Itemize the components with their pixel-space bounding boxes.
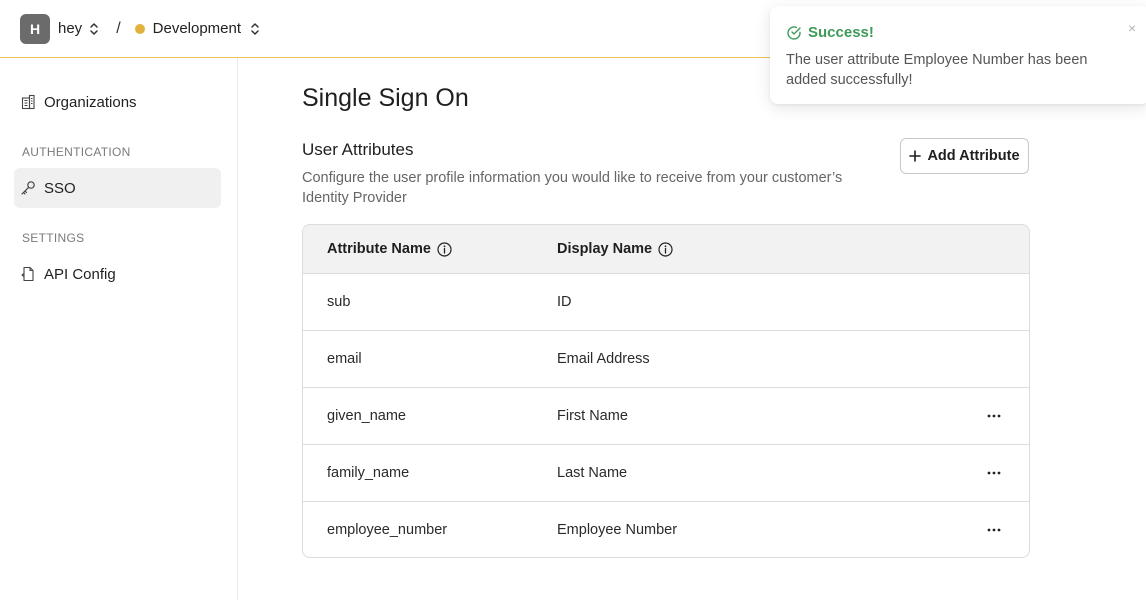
table-header: Attribute Name Display Name	[303, 225, 1029, 274]
sidebar-item-label: Organizations	[44, 93, 137, 111]
chevron-up-down-icon[interactable]	[249, 21, 261, 37]
toast-message: The user attribute Employee Number has b…	[786, 52, 1088, 88]
row-actions-menu-icon[interactable]	[983, 406, 1005, 426]
section-label-authentication: AUTHENTICATION	[22, 145, 131, 159]
attribute-name-cell: employee_number	[327, 522, 448, 538]
table-row: given_name First Name	[303, 388, 1029, 445]
section-title: User Attributes	[302, 140, 414, 159]
row-actions-menu-icon[interactable]	[983, 463, 1005, 483]
sidebar-item-sso[interactable]: SSO	[14, 168, 221, 208]
column-header-display-name: Display Name	[557, 241, 673, 257]
toast-title: Success!	[786, 24, 874, 41]
row-actions-menu-icon[interactable]	[983, 520, 1005, 540]
toast-title-label: Success!	[808, 24, 874, 41]
info-icon[interactable]	[658, 241, 673, 257]
plus-icon	[909, 150, 922, 162]
column-header-attribute-name: Attribute Name	[327, 241, 452, 257]
section-label-settings: SETTINGS	[22, 231, 85, 245]
attribute-name-cell: family_name	[327, 465, 410, 481]
table-row: sub ID	[303, 274, 1029, 331]
breadcrumb-separator: /	[116, 19, 121, 37]
add-attribute-button[interactable]: Add Attribute	[900, 138, 1029, 174]
display-name-cell: Email Address	[557, 351, 650, 367]
attribute-name-cell: given_name	[327, 408, 406, 424]
sidebar-item-api-config[interactable]: API Config	[14, 254, 221, 294]
display-name-cell: ID	[557, 294, 572, 310]
success-toast: Success! The user attribute Employee Num…	[770, 6, 1146, 104]
attributes-table: Attribute Name Display Name sub ID email…	[302, 224, 1030, 558]
table-row: email Email Address	[303, 331, 1029, 388]
display-name-cell: Employee Number	[557, 522, 678, 538]
chevron-up-down-icon[interactable]	[88, 21, 100, 37]
table-row: employee_number Employee Number	[303, 502, 1029, 557]
sidebar-item-label: SSO	[44, 179, 76, 197]
key-icon	[21, 181, 35, 195]
environment-status-dot	[134, 23, 145, 34]
file-code-icon	[21, 266, 34, 282]
attribute-name-cell: sub	[327, 294, 351, 310]
close-icon[interactable]: ×	[1128, 20, 1136, 36]
org-switcher-label[interactable]: hey	[58, 20, 82, 37]
sidebar-item-label: API Config	[44, 265, 116, 283]
page-title: Single Sign On	[302, 84, 469, 112]
column-header-label: Display Name	[557, 241, 653, 257]
display-name-cell: Last Name	[557, 465, 628, 481]
display-name-cell: First Name	[557, 408, 628, 424]
org-avatar[interactable]: H	[20, 13, 50, 44]
table-row: family_name Last Name	[303, 445, 1029, 502]
column-header-label: Attribute Name	[327, 241, 431, 257]
section-description: Configure the user profile information y…	[302, 170, 843, 206]
environment-switcher-label[interactable]: Development	[153, 20, 241, 37]
attribute-name-cell: email	[327, 351, 362, 367]
sidebar: Organizations AUTHENTICATION SSO SETTING…	[0, 58, 238, 600]
building-icon	[21, 94, 35, 110]
sidebar-item-organizations[interactable]: Organizations	[14, 82, 221, 122]
info-icon[interactable]	[437, 241, 452, 257]
add-attribute-label: Add Attribute	[927, 148, 1020, 164]
check-circle-icon	[787, 25, 801, 40]
